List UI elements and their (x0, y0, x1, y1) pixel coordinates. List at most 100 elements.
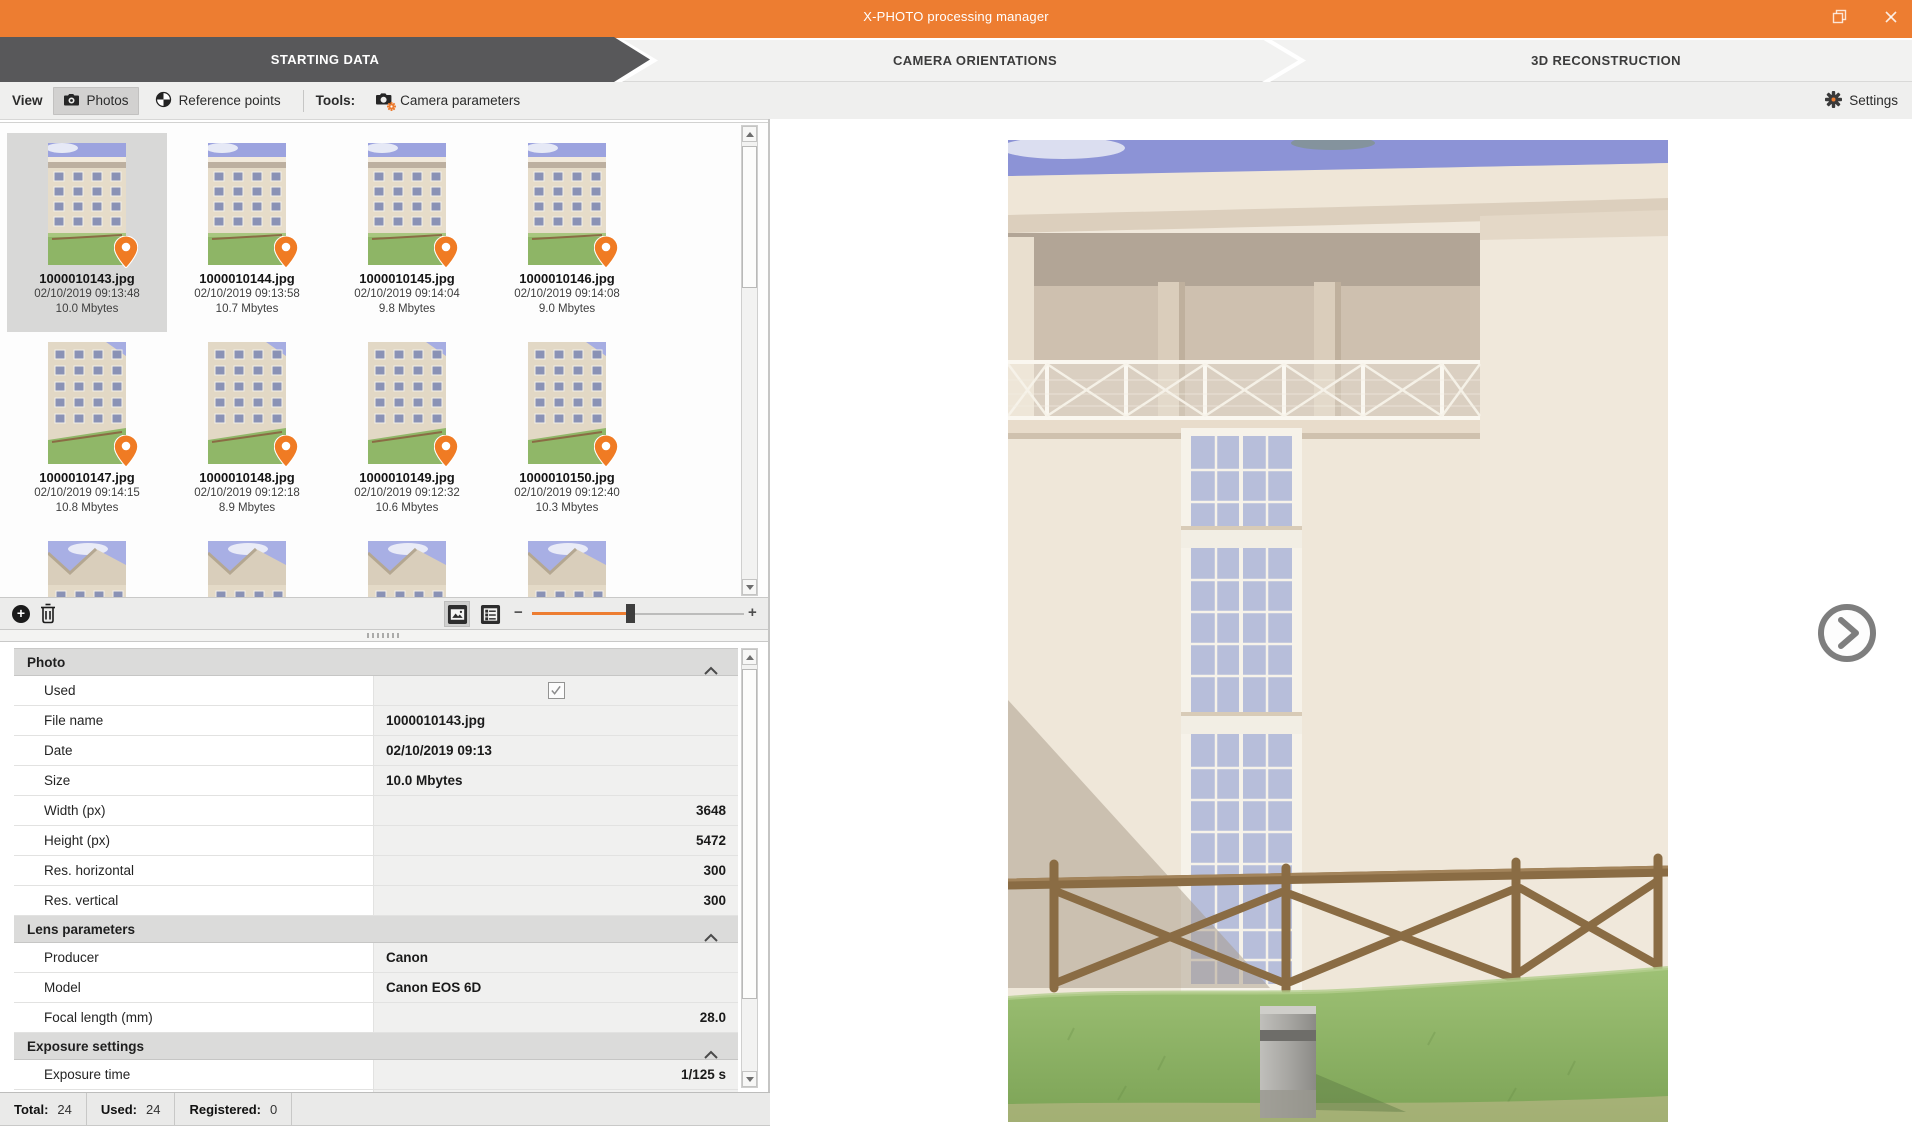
properties-section-header[interactable]: Photo (14, 649, 738, 676)
app-window: X-PHOTO processing manager STARTING DATA… (0, 0, 1912, 1126)
reference-point-icon (155, 91, 172, 111)
section-title: Exposure settings (27, 1039, 144, 1054)
property-value[interactable]: 1000010143.jpg (374, 706, 738, 736)
status-used: Used: 24 (87, 1093, 176, 1125)
property-value[interactable]: 10.0 Mbytes (374, 766, 738, 796)
property-label: File name (14, 706, 374, 736)
property-value[interactable]: 02/10/2019 09:13 (374, 736, 738, 766)
section-title: Photo (27, 655, 65, 670)
properties-section-header[interactable]: Lens parameters (14, 916, 738, 943)
photo-filename: 1000010147.jpg (39, 471, 134, 486)
tools-label: Tools: (316, 93, 356, 108)
property-label: Width (px) (14, 796, 374, 826)
property-value (374, 676, 738, 706)
settings-button[interactable]: Settings (1825, 91, 1898, 111)
photo-thumbnail[interactable]: 1000010147.jpg 02/10/2019 09:14:15 10.8 … (7, 332, 167, 531)
map-pin-icon (114, 435, 138, 467)
property-row: Size10.0 Mbytes (14, 766, 738, 796)
status-registered-value: 0 (270, 1102, 277, 1117)
photos-button-label: Photos (87, 93, 129, 108)
photo-size: 9.0 Mbytes (539, 302, 595, 317)
thumbnail-image (48, 143, 126, 265)
photo-thumbnail[interactable]: 1000010149.jpg 02/10/2019 09:12:32 10.6 … (327, 332, 487, 531)
scrollbar-thumb[interactable] (742, 669, 757, 999)
photo-thumbnail[interactable]: 1000010144.jpg 02/10/2019 09:13:58 10.7 … (167, 133, 327, 332)
photo-thumbnail[interactable] (7, 531, 167, 598)
scroll-up-icon[interactable] (742, 649, 757, 665)
properties-section-header[interactable]: Exposure settings (14, 1033, 738, 1060)
tab-3d-reconstruction[interactable]: 3D RECONSTRUCTION (1270, 39, 1912, 82)
thumbnail-image (528, 342, 606, 464)
slider-handle[interactable] (626, 604, 635, 623)
photo-list-toolbar: + − + (0, 597, 768, 630)
property-label: Exposure time (14, 1060, 374, 1090)
photo-date: 02/10/2019 09:14:04 (354, 287, 460, 302)
property-value[interactable]: 3648 (374, 796, 738, 826)
settings-label: Settings (1849, 93, 1898, 108)
property-value[interactable]: 28.0 (374, 1003, 738, 1033)
properties-scrollbar[interactable] (741, 648, 758, 1088)
status-registered: Registered: 0 (175, 1093, 292, 1125)
photo-thumbnail[interactable] (167, 531, 327, 598)
camera-parameters-button[interactable]: Camera parameters (365, 87, 530, 115)
photo-thumbnail[interactable] (327, 531, 487, 598)
thumbnail-image (528, 143, 606, 265)
property-label: Used (14, 676, 374, 706)
thumbnail-view-button[interactable] (444, 601, 470, 627)
property-value[interactable]: 5472 (374, 826, 738, 856)
photo-thumbnail[interactable]: 1000010145.jpg 02/10/2019 09:14:04 9.8 M… (327, 133, 487, 332)
photo-thumbnail[interactable]: 1000010143.jpg 02/10/2019 09:13:48 10.0 … (7, 133, 167, 332)
scroll-down-icon[interactable] (742, 579, 757, 595)
tab-camera-orientations[interactable]: CAMERA ORIENTATIONS (622, 39, 1298, 82)
reference-points-button[interactable]: Reference points (145, 87, 291, 115)
property-value[interactable]: 300 (374, 886, 738, 916)
photo-date: 02/10/2019 09:12:32 (354, 486, 460, 501)
scroll-up-icon[interactable] (742, 126, 757, 142)
property-value[interactable]: 1/125 s (374, 1060, 738, 1090)
zoom-in-button[interactable]: + (748, 604, 757, 621)
used-checkbox[interactable] (548, 682, 565, 699)
property-value[interactable]: Canon EOS 6D (374, 973, 738, 1003)
add-photo-button[interactable]: + (12, 605, 30, 623)
property-value[interactable]: 300 (374, 856, 738, 886)
scroll-down-icon[interactable] (742, 1071, 757, 1087)
workflow-tabs: STARTING DATA CAMERA ORIENTATIONS 3D REC… (0, 33, 1912, 82)
photo-preview[interactable] (1008, 140, 1668, 1122)
photo-preview-panel (770, 119, 1912, 1126)
zoom-out-button[interactable]: − (514, 604, 523, 621)
status-used-label: Used: (101, 1102, 137, 1117)
camera-icon (63, 93, 80, 109)
photo-filename: 1000010145.jpg (359, 272, 454, 287)
thumbnail-image (368, 143, 446, 265)
photo-list-scrollbar[interactable] (741, 125, 758, 596)
photo-thumbnail[interactable]: 1000010148.jpg 02/10/2019 09:12:18 8.9 M… (167, 332, 327, 531)
photos-button[interactable]: Photos (53, 87, 139, 115)
photo-thumbnail[interactable]: 1000010146.jpg 02/10/2019 09:14:08 9.0 M… (487, 133, 647, 332)
property-row: Res. horizontal300 (14, 856, 738, 886)
tab-starting-data[interactable]: STARTING DATA (0, 37, 650, 82)
property-value[interactable]: Canon (374, 943, 738, 973)
photo-size: 10.8 Mbytes (56, 501, 119, 516)
camera-parameters-label: Camera parameters (400, 93, 520, 108)
property-row: Used (14, 676, 738, 706)
thumbnail-image (208, 541, 286, 598)
delete-photo-button[interactable] (40, 603, 56, 629)
photo-thumbnail[interactable] (487, 531, 647, 598)
property-row: Height (px)5472 (14, 826, 738, 856)
next-photo-button[interactable] (1812, 598, 1882, 668)
photo-date: 02/10/2019 09:14:15 (34, 486, 140, 501)
properties-table: Photo Used File name1000010143.jpg Date0… (14, 648, 738, 1092)
scrollbar-thumb[interactable] (742, 146, 757, 288)
photo-date: 02/10/2019 09:13:58 (194, 287, 300, 302)
restore-window-icon[interactable] (1828, 6, 1850, 28)
photo-size: 10.6 Mbytes (376, 501, 439, 516)
property-label: Res. vertical (14, 886, 374, 916)
property-label: Size (14, 766, 374, 796)
map-pin-icon (594, 435, 618, 467)
map-pin-icon (594, 236, 618, 268)
panel-splitter[interactable] (0, 630, 768, 641)
photo-thumbnail[interactable]: 1000010150.jpg 02/10/2019 09:12:40 10.3 … (487, 332, 647, 531)
status-total-label: Total: (14, 1102, 48, 1117)
list-view-button[interactable] (477, 601, 503, 627)
close-window-icon[interactable] (1880, 6, 1902, 28)
